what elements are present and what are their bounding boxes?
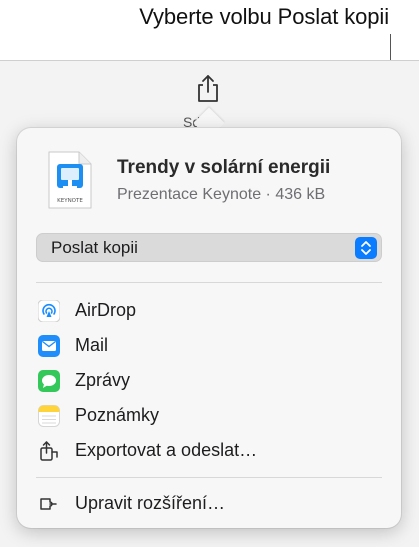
share-option-label: Zprávy: [75, 370, 131, 390]
extensions-icon: [38, 493, 60, 515]
share-option-export[interactable]: Exportovat a odeslat…: [36, 436, 382, 466]
messages-icon: [38, 370, 60, 392]
mail-icon: [38, 335, 60, 357]
callout-text: Vyberte volbu Poslat kopii: [139, 4, 389, 29]
document-subtitle: Prezentace Keynote · 436 kB: [117, 186, 326, 203]
edit-extensions-label: Upravit rozšíření…: [75, 493, 226, 513]
share-option-label: Mail: [75, 335, 109, 355]
share-option-label: Exportovat a odeslat…: [75, 440, 258, 460]
share-option-notes[interactable]: Poznámky: [36, 401, 382, 431]
share-icon: [198, 75, 218, 102]
divider: [36, 477, 382, 478]
airdrop-icon: [37, 299, 61, 323]
chevron-up-down-icon: [355, 237, 377, 259]
keynote-file-icon: KEYNOTE: [45, 150, 95, 210]
share-option-label: AirDrop: [75, 300, 137, 320]
export-icon: [38, 440, 60, 462]
toolbar-share-button[interactable]: [195, 74, 221, 104]
edit-extensions-item[interactable]: Upravit rozšíření…: [36, 489, 382, 519]
share-mode-selected: Poslat kopii: [51, 238, 138, 257]
share-option-mail[interactable]: Mail: [36, 331, 382, 361]
divider: [36, 282, 382, 283]
share-mode-select[interactable]: Poslat kopii: [36, 233, 382, 262]
share-option-label: Poznámky: [75, 405, 160, 425]
notes-icon: [38, 405, 60, 427]
share-option-messages[interactable]: Zprávy: [36, 366, 382, 396]
document-title: Trendy v solární energii: [117, 157, 331, 178]
share-option-airdrop[interactable]: AirDrop: [36, 296, 382, 326]
svg-text:KEYNOTE: KEYNOTE: [57, 198, 83, 204]
